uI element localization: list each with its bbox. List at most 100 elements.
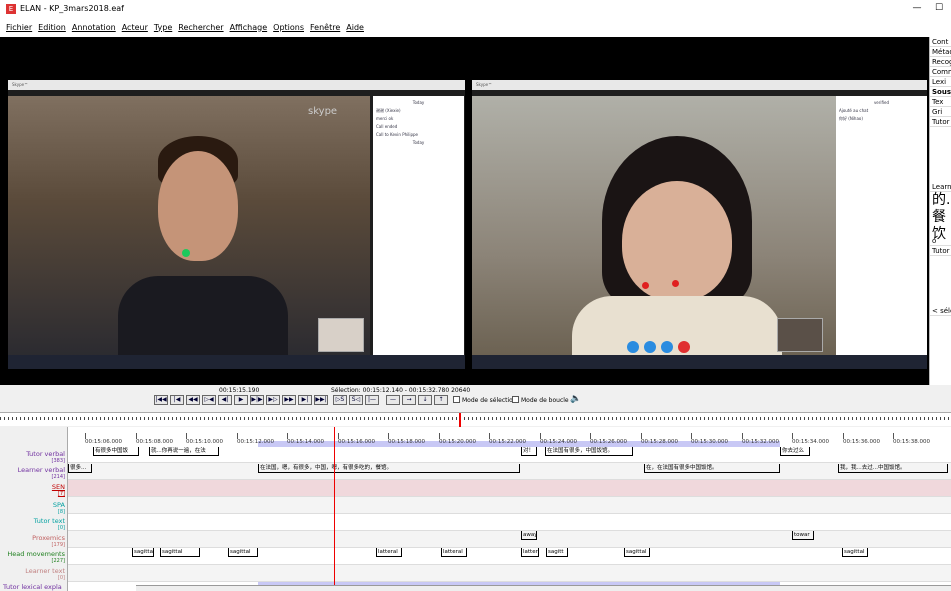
tier-label-learner-text[interactable]: Learner text [0] — [25, 568, 65, 582]
time-tick: 00:15:26.000 — [590, 439, 627, 445]
time-tick: 00:15:22.000 — [489, 439, 526, 445]
nav-left-button[interactable]: — — [386, 395, 400, 405]
video-learner[interactable]: Skype™ verified Ajouté au chat 你好 (Nihao… — [472, 80, 927, 369]
annotation[interactable]: sagittal — [228, 548, 258, 557]
annotation[interactable]: sagitta — [132, 548, 154, 557]
step-forward-button[interactable]: ▶▷ — [266, 395, 280, 405]
add-icon[interactable] — [661, 341, 673, 353]
tier-label-learner-verbal[interactable]: Learner verbal [214] — [18, 467, 65, 481]
selection-end-button[interactable]: S◁ — [349, 395, 363, 405]
annotation[interactable]: 在法国有很多，中国饭馆。 — [545, 447, 633, 456]
selection-mode-checkbox[interactable] — [453, 396, 460, 403]
timeline-viewer[interactable]: Tutor verbal [383] Learner verbal [214] SE… — [0, 427, 951, 591]
annotation[interactable]: 在，在法国有很多中国饭馆。 — [644, 464, 780, 473]
annotation[interactable]: latter — [521, 548, 539, 557]
time-cursor[interactable] — [334, 427, 335, 591]
menu-rechercher[interactable]: Rechercher — [178, 23, 223, 32]
tab-text[interactable]: Tex — [930, 97, 951, 107]
annotation[interactable]: sagittal — [160, 548, 200, 557]
annotation[interactable]: latteral — [376, 548, 402, 557]
volume-icon[interactable]: 🔈 — [570, 394, 581, 404]
tier-label-sen[interactable]: SEN [7] — [52, 484, 65, 498]
tab-lexicon[interactable]: Lexi — [930, 77, 951, 87]
annotation[interactable]: 很多... — [68, 464, 92, 473]
current-time: 00:15:15.190 — [219, 387, 260, 394]
menu-fenetre[interactable]: Fenêtre — [310, 23, 340, 32]
next-frame-button[interactable]: ▶| — [298, 395, 312, 405]
annotation[interactable]: sagittal — [624, 548, 650, 557]
tab-comments[interactable]: Comm — [930, 67, 951, 77]
tier-label-spa[interactable]: SPA [8] — [53, 502, 65, 516]
selection-start-button[interactable]: ▷S — [333, 395, 347, 405]
time-tick: 00:15:10.000 — [186, 439, 223, 445]
selection-mode-label: Mode de sélection — [462, 397, 517, 404]
camera-icon[interactable] — [644, 341, 656, 353]
tier-row[interactable] — [68, 514, 951, 531]
annotation[interactable]: 你去过么 — [780, 447, 810, 456]
video-tutor[interactable]: Skype™ skype Today 谢谢 (Xiexie) merci ok … — [8, 80, 465, 369]
timeline-scrollbar[interactable] — [136, 585, 951, 591]
play-selection-button[interactable]: ▶|▶ — [250, 395, 264, 405]
annotation[interactable]: sagitt — [546, 548, 568, 557]
annotation[interactable]: away — [521, 531, 537, 540]
tier-row[interactable] — [68, 531, 951, 548]
play-back-button[interactable]: ▷◀ — [202, 395, 216, 405]
maximize-button[interactable]: ☐ — [930, 0, 948, 17]
subtitle-char: 餐饮 — [932, 209, 946, 242]
prev-pixel-button[interactable]: ◀| — [218, 395, 232, 405]
tier-label-tutor-text[interactable]: Tutor text [0] — [34, 518, 65, 532]
tier-label-head-movements[interactable]: Head movements [227] — [7, 551, 65, 565]
chat-line: Call to Kevin Philippe — [376, 132, 419, 137]
menu-aide[interactable]: Aide — [346, 23, 364, 32]
nav-down-button[interactable]: ↓ — [418, 395, 432, 405]
tab-grid[interactable]: Gri — [930, 107, 951, 117]
annotation[interactable]: latteral — [441, 548, 467, 557]
fast-forward-button[interactable]: ▶▶ — [282, 395, 296, 405]
goto-begin-button[interactable]: |◀◀ — [154, 395, 168, 405]
nav-up-button[interactable]: ↑ — [434, 395, 448, 405]
annotation[interactable]: 就...你再说一遍，在法 — [149, 447, 219, 456]
select-tier-dropdown[interactable]: < séle — [930, 306, 951, 316]
menu-fichier[interactable]: Fichier — [6, 23, 32, 32]
clear-selection-button[interactable]: |— — [365, 395, 379, 405]
nav-right-button[interactable]: → — [402, 395, 416, 405]
annotation[interactable]: 对！ — [521, 447, 537, 456]
minimize-button[interactable]: — — [908, 0, 926, 17]
tier-row-sen[interactable] — [68, 480, 951, 497]
menu-edition[interactable]: Edition — [38, 23, 66, 32]
tier-label-tutor-lexical[interactable]: Tutor lexical expla — [3, 584, 62, 591]
menu-affichage[interactable]: Affichage — [230, 23, 268, 32]
annotation[interactable]: 我，我...去过...中国饭馆。 — [838, 464, 948, 473]
annotation[interactable]: 有很多中国饭 — [93, 447, 139, 456]
goto-end-button[interactable]: ▶▶| — [314, 395, 328, 405]
menu-type[interactable]: Type — [154, 23, 172, 32]
overview-ruler[interactable] — [0, 412, 951, 427]
tab-metadata[interactable]: Métad — [930, 47, 951, 57]
tier-row[interactable] — [68, 548, 951, 565]
chat-line: 你好 (Nihao) — [839, 116, 863, 121]
annotation[interactable]: towar — [792, 531, 814, 540]
window-title: ELAN - KP_3mars2018.eaf — [20, 4, 124, 13]
tier-row[interactable] — [68, 565, 951, 582]
loop-mode-checkbox[interactable] — [512, 396, 519, 403]
tab-recognizers[interactable]: Recog — [930, 57, 951, 67]
mic-icon[interactable] — [627, 341, 639, 353]
time-tick: 00:15:30.000 — [691, 439, 728, 445]
annotation[interactable]: sagittal — [842, 548, 868, 557]
hangup-icon[interactable] — [678, 341, 690, 353]
tier-tracks[interactable]: 00:15:06.000 00:15:08.000 00:15:10.000 0… — [68, 427, 951, 591]
chat-line: merci ok — [376, 116, 394, 121]
menu-annotation[interactable]: Annotation — [72, 23, 116, 32]
tier-label-proxemics[interactable]: Proxemics [179] — [32, 535, 65, 549]
tier-label-tutor-verbal[interactable]: Tutor verbal [383] — [26, 451, 65, 465]
tab-controls[interactable]: Cont — [930, 37, 951, 47]
tab-subtitles[interactable]: Sous- — [930, 87, 951, 97]
tier-row[interactable] — [68, 497, 951, 514]
step-back-button[interactable]: ◀◀ — [186, 395, 200, 405]
video-viewer[interactable]: Skype™ skype Today 谢谢 (Xiexie) merci ok … — [0, 37, 929, 385]
menu-options[interactable]: Options — [273, 23, 304, 32]
prev-frame-button[interactable]: |◀ — [170, 395, 184, 405]
menu-acteur[interactable]: Acteur — [122, 23, 148, 32]
play-button[interactable]: ▶ — [234, 395, 248, 405]
annotation[interactable]: 在法国，嗯，有很多，中国，嗯，有很多吃的，餐馆。 — [258, 464, 520, 473]
